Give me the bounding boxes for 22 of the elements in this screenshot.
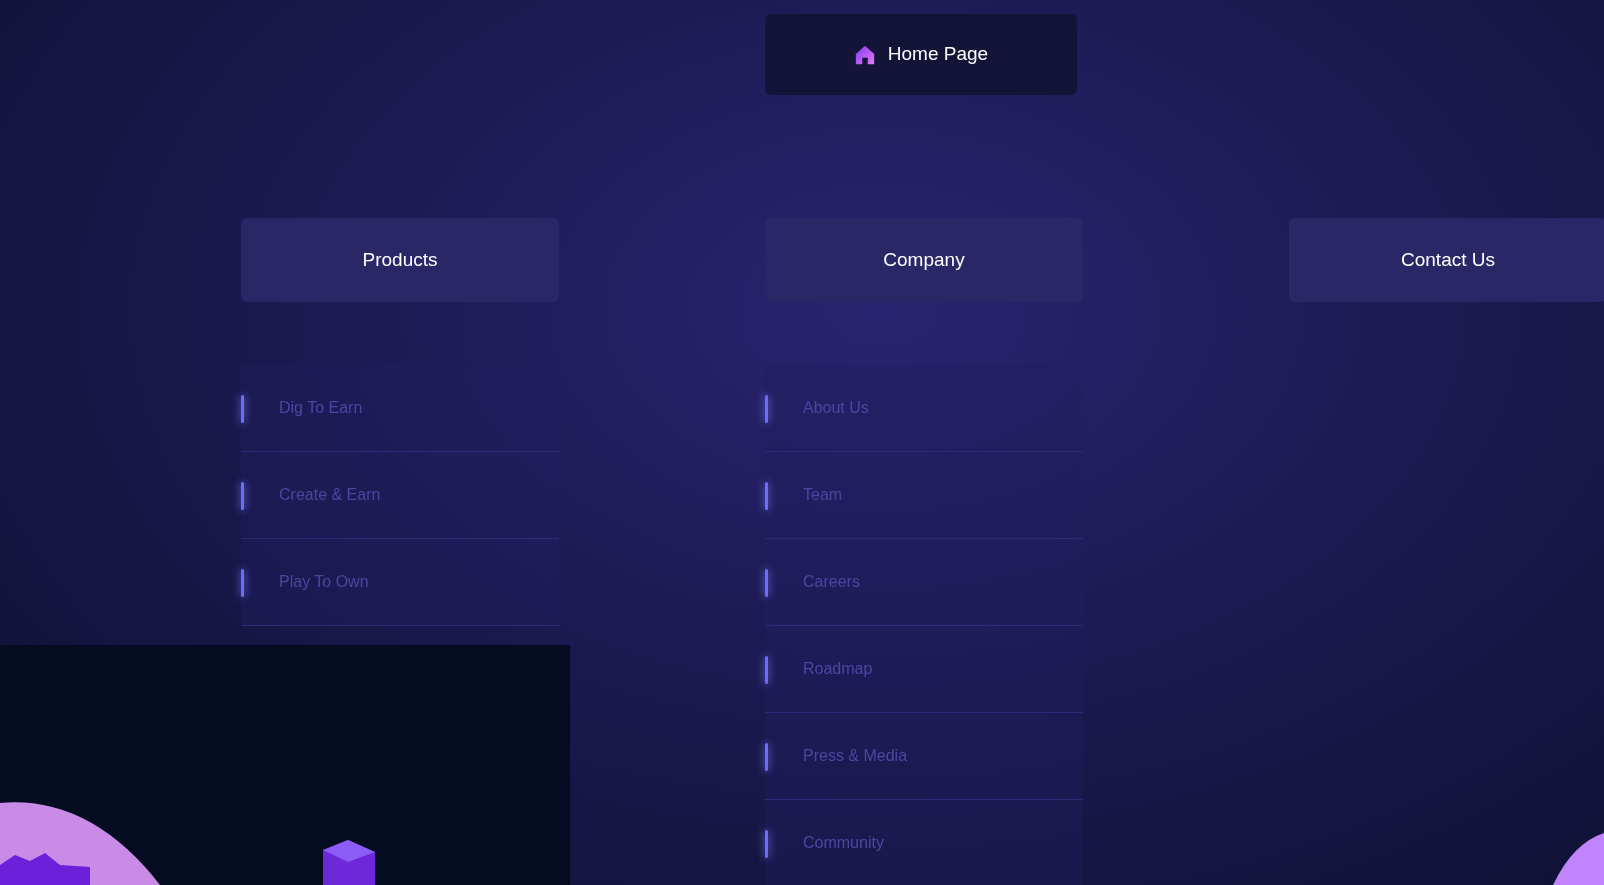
glow-bar-icon (765, 743, 768, 771)
glow-bar-icon (765, 569, 768, 597)
glow-bar-icon (765, 656, 768, 684)
home-page-button[interactable]: Home Page (765, 14, 1077, 95)
glow-bar-icon (241, 395, 244, 423)
menu-item[interactable]: Play To Own (241, 539, 559, 626)
menu-item[interactable]: Dig To Earn (241, 365, 559, 452)
menu-item[interactable]: Community (765, 800, 1083, 885)
column-heading[interactable]: Contact Us (1289, 218, 1604, 302)
column-heading[interactable]: Products (241, 218, 559, 302)
column-heading[interactable]: Company (765, 218, 1083, 302)
glow-bar-icon (765, 482, 768, 510)
menu-item[interactable]: About Us (765, 365, 1083, 452)
glow-bar-icon (765, 395, 768, 423)
glow-bar-icon (241, 482, 244, 510)
glow-bar-icon (241, 569, 244, 597)
menu-item[interactable]: Press & Media (765, 713, 1083, 800)
glow-bar-icon (765, 830, 768, 858)
home-icon (853, 43, 876, 66)
menu-item[interactable]: Create & Earn (241, 452, 559, 539)
planet-drawing (1553, 833, 1604, 885)
menu-item[interactable]: Roadmap (765, 626, 1083, 713)
